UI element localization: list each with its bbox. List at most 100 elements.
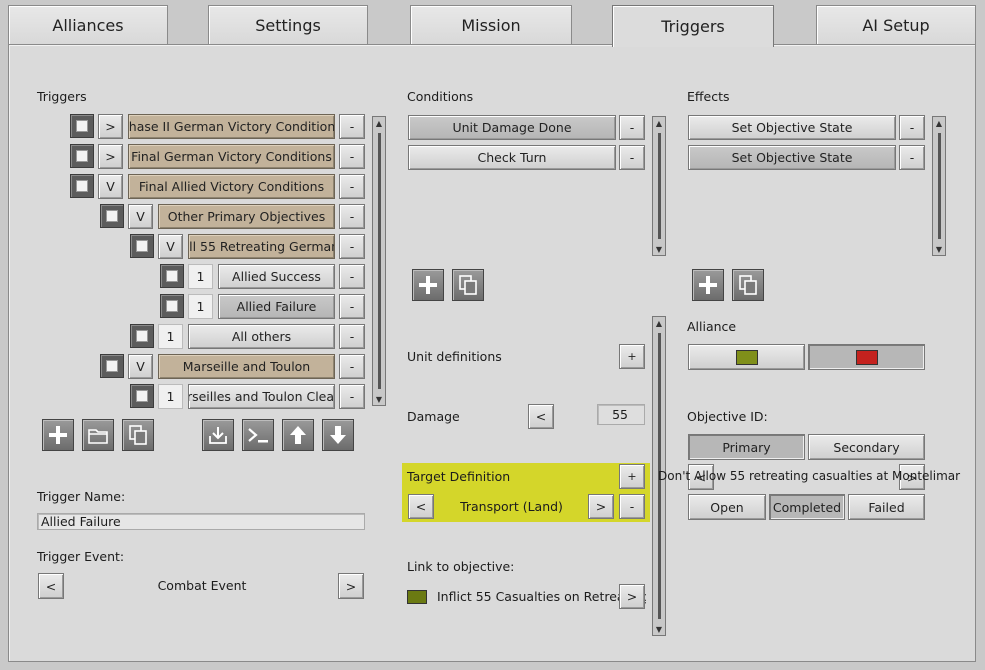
trigger-enable-checkbox[interactable] <box>70 144 94 168</box>
damage-input[interactable]: 55 <box>597 404 645 425</box>
target-next-button[interactable]: > <box>588 494 614 519</box>
trigger-event-value: Combat Event <box>157 578 247 593</box>
import-button[interactable] <box>202 419 234 451</box>
remove-trigger-button[interactable]: - <box>339 174 365 199</box>
trigger-event-next-button[interactable]: > <box>338 573 364 599</box>
target-prev-button[interactable]: < <box>408 494 434 519</box>
remove-trigger-button[interactable]: - <box>339 204 365 229</box>
remove-trigger-button[interactable]: - <box>339 264 365 289</box>
scroll-thumb[interactable] <box>938 133 941 239</box>
effect-item[interactable]: Set Objective State <box>688 145 896 170</box>
trigger-enable-checkbox[interactable] <box>130 234 154 258</box>
trigger-enable-checkbox[interactable] <box>160 264 184 288</box>
damage-decrease-button[interactable]: < <box>528 404 554 429</box>
remove-trigger-button[interactable]: - <box>339 324 365 349</box>
trigger-expand-toggle[interactable]: V <box>98 174 123 199</box>
trigger-enable-checkbox[interactable] <box>100 204 124 228</box>
trigger-enable-checkbox[interactable] <box>70 174 94 198</box>
remove-effect-button[interactable]: - <box>899 115 925 140</box>
trigger-enable-checkbox[interactable] <box>130 384 154 408</box>
trigger-row-label[interactable]: Phase II German Victory Conditions <box>128 114 335 139</box>
duplicate-trigger-button[interactable] <box>122 419 154 451</box>
state-failed-button[interactable]: Failed <box>848 494 925 520</box>
trigger-enable-checkbox[interactable] <box>70 114 94 138</box>
alliance-color-swatch <box>735 349 758 365</box>
trigger-enable-checkbox[interactable] <box>130 324 154 348</box>
objective-text: Don't Allow 55 retreating casualties at … <box>658 469 961 483</box>
add-trigger-button[interactable] <box>42 419 74 451</box>
trigger-expand-toggle[interactable]: V <box>128 204 153 229</box>
add-target-definition-button[interactable]: + <box>619 464 645 489</box>
trigger-expand-toggle[interactable]: > <box>98 114 123 139</box>
trigger-row-label[interactable]: Allied Failure <box>218 294 335 319</box>
objective-secondary-button[interactable]: Secondary <box>808 434 925 460</box>
condition-item[interactable]: Check Turn <box>408 145 616 170</box>
scroll-thumb[interactable] <box>378 133 381 389</box>
move-down-button[interactable] <box>322 419 354 451</box>
objective-primary-button[interactable]: Primary <box>688 434 805 460</box>
trigger-row-label[interactable]: Final Allied Victory Conditions <box>128 174 335 199</box>
scroll-up-icon[interactable]: ▲ <box>653 117 665 129</box>
terminal-icon <box>248 428 268 443</box>
link-objective-next-button[interactable]: > <box>619 584 645 609</box>
scroll-up-icon[interactable]: ▲ <box>373 117 385 129</box>
remove-trigger-button[interactable]: - <box>339 114 365 139</box>
duplicate-condition-button[interactable] <box>452 269 484 301</box>
effects-scrollbar[interactable]: ▲ ▼ <box>932 116 946 256</box>
remove-trigger-button[interactable]: - <box>339 294 365 319</box>
trigger-row-label[interactable]: Kill 55 Retreating Germans <box>188 234 335 259</box>
add-unit-definition-button[interactable]: + <box>619 344 645 369</box>
triggers-heading: Triggers <box>37 89 87 104</box>
triggers-scrollbar[interactable]: ▲ ▼ <box>372 116 386 406</box>
trigger-expand-toggle[interactable]: V <box>128 354 153 379</box>
remove-trigger-button[interactable]: - <box>339 234 365 259</box>
scroll-thumb[interactable] <box>658 133 661 239</box>
trigger-row-label[interactable]: Other Primary Objectives <box>158 204 335 229</box>
trigger-row-label[interactable]: All others <box>188 324 335 349</box>
trigger-expand-toggle[interactable]: > <box>98 144 123 169</box>
trigger-row-label[interactable]: Marseille and Toulon <box>158 354 335 379</box>
remove-trigger-button[interactable]: - <box>339 354 365 379</box>
scroll-down-icon[interactable]: ▼ <box>373 393 385 405</box>
state-open-button[interactable]: Open <box>688 494 766 520</box>
alliance-allied-button[interactable] <box>688 344 805 370</box>
scroll-down-icon[interactable]: ▼ <box>653 623 665 635</box>
move-up-button[interactable] <box>282 419 314 451</box>
duplicate-effect-button[interactable] <box>732 269 764 301</box>
trigger-enable-checkbox[interactable] <box>100 354 124 378</box>
trigger-name-input[interactable]: Allied Failure <box>37 513 365 530</box>
trigger-row-label[interactable]: Allied Success <box>218 264 335 289</box>
remove-effect-button[interactable]: - <box>899 145 925 170</box>
trigger-event-prev-button[interactable]: < <box>38 573 64 599</box>
remove-condition-button[interactable]: - <box>619 115 645 140</box>
remove-trigger-button[interactable]: - <box>339 384 365 409</box>
alliance-axis-button[interactable] <box>808 344 925 370</box>
condition-item[interactable]: Unit Damage Done <box>408 115 616 140</box>
add-effect-button[interactable] <box>692 269 724 301</box>
trigger-enable-checkbox[interactable] <box>160 294 184 318</box>
trigger-row-label[interactable]: Marseilles and Toulon Cleared <box>188 384 335 409</box>
remove-trigger-button[interactable]: - <box>339 144 365 169</box>
trigger-row-label[interactable]: Final German Victory Conditions <box>128 144 335 169</box>
checkbox-icon <box>76 180 88 192</box>
scroll-up-icon[interactable]: ▲ <box>933 117 945 129</box>
remove-target-button[interactable]: - <box>619 494 645 519</box>
add-condition-button[interactable] <box>412 269 444 301</box>
checkbox-icon <box>136 240 148 252</box>
scroll-down-icon[interactable]: ▼ <box>653 243 665 255</box>
remove-condition-button[interactable]: - <box>619 145 645 170</box>
state-completed-button[interactable]: Completed <box>769 494 845 520</box>
console-button[interactable] <box>242 419 274 451</box>
checkbox-icon <box>166 300 178 312</box>
conditions-scrollbar[interactable]: ▲ ▼ <box>652 116 666 256</box>
checkbox-icon <box>136 390 148 402</box>
trigger-expand-toggle[interactable]: V <box>158 234 183 259</box>
target-definition-value: Transport (Land) <box>460 499 563 514</box>
effect-item[interactable]: Set Objective State <box>688 115 896 140</box>
scroll-up-icon[interactable]: ▲ <box>653 317 665 329</box>
panel-content: Triggers > Phase II German Victory Condit… <box>0 0 985 670</box>
arrow-down-icon <box>330 426 346 444</box>
scroll-down-icon[interactable]: ▼ <box>933 243 945 255</box>
add-folder-button[interactable] <box>82 419 114 451</box>
objective-id-label: Objective ID: <box>687 409 768 424</box>
